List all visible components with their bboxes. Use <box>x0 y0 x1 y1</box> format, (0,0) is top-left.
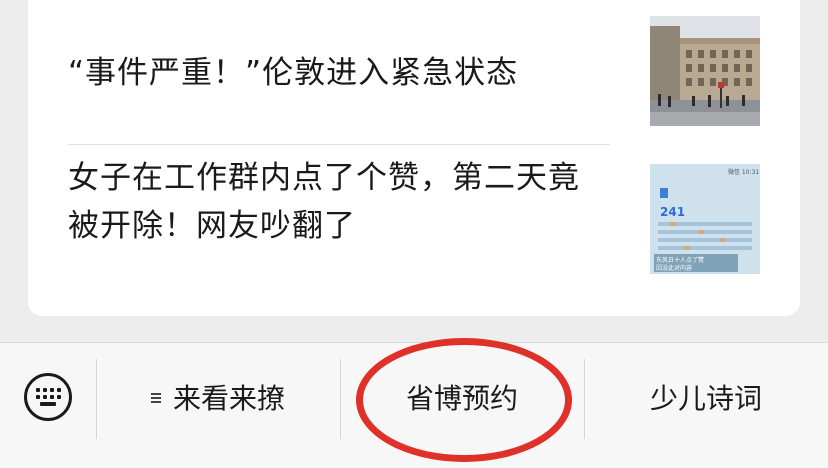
article-item[interactable]: “事件严重！”伦敦进入紧急状态 <box>68 0 768 144</box>
thumb-caption-1: 东风日十人点了赞 <box>656 256 704 264</box>
menu-item-children-poetry[interactable]: 少儿诗词 <box>584 371 828 427</box>
bottom-menu-bar: 来看来撩 省博预约 少儿诗词 <box>0 342 828 468</box>
article-divider <box>68 144 610 145</box>
menu-item-museum-reservation[interactable]: 省博预约 <box>340 371 584 427</box>
keyboard-icon[interactable] <box>24 373 72 421</box>
article-item[interactable]: 女子在工作群内点了个赞，第二天竟被开除！网友吵翻了 微信 10:31 241 东… <box>68 146 768 296</box>
menu-item-label: 少儿诗词 <box>649 382 762 415</box>
thumb-caption-2: 因没此对内容 <box>656 264 692 272</box>
thumb-count-text: 241 <box>660 205 685 219</box>
menu-item-lai-kan-lai-liao[interactable]: 来看来撩 <box>96 371 340 427</box>
article-thumbnail <box>650 16 760 126</box>
menu-item-label: 省博预约 <box>405 382 518 415</box>
article-title: “事件严重！”伦敦进入紧急状态 <box>68 55 519 91</box>
menu-item-label: 来看来撩 <box>172 382 285 415</box>
thumb-status-text: 微信 10:31 <box>728 168 759 176</box>
article-title: 女子在工作群内点了个赞，第二天竟被开除！网友吵翻了 <box>68 160 580 244</box>
menu-list-icon <box>150 392 163 404</box>
article-thumbnail: 微信 10:31 241 东风日十人点了赞 因没此对内容 <box>650 164 760 274</box>
article-list-card: “事件严重！”伦敦进入紧急状态 女子在工作群内点了个赞，第二天竟被开除！网友吵翻… <box>28 0 800 316</box>
